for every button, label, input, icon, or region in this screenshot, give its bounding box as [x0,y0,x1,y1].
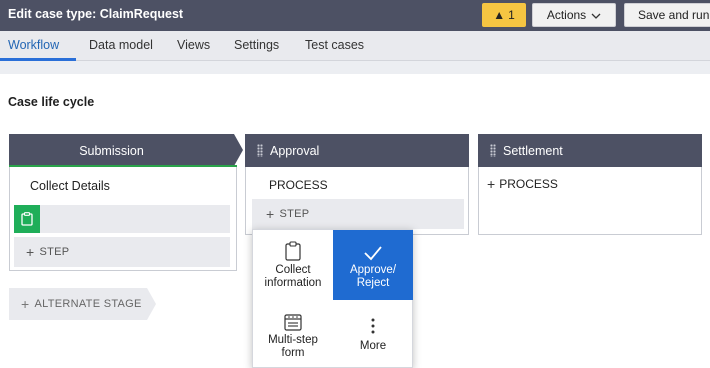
stage-settlement-header[interactable]: Settlement [478,134,702,167]
more-vertical-icon [333,300,413,340]
process-label[interactable]: PROCESS [269,178,328,192]
collect-information-option[interactable]: Collect information [253,230,333,300]
approve-reject-line2: Reject [356,277,390,289]
save-and-run-button[interactable]: Save and run [624,3,710,27]
stage-submission-body: Collect Details + STEP [9,167,237,271]
more-option[interactable]: More [333,300,413,368]
plus-icon: + [26,244,35,260]
stage-approval-body: PROCESS + STEP [245,167,469,235]
actions-label: Actions [546,8,587,22]
chevron-down-icon [591,8,601,22]
form-icon [253,300,333,334]
more-label: More [359,340,387,352]
process-collect-details[interactable]: Collect Details [30,179,110,193]
drag-handle-icon[interactable] [257,144,263,157]
warning-badge[interactable]: ▲ 1 [482,3,526,27]
plus-icon: + [487,176,496,192]
multi-step-form-line2: form [281,347,305,359]
page-title: Edit case type: ClaimRequest [8,7,184,21]
tab-bar: Workflow Data model Views Settings Test … [0,31,710,61]
plus-icon: + [21,296,30,312]
tab-settings[interactable]: Settings [234,38,279,52]
drag-handle-icon[interactable] [490,144,496,157]
multi-step-form-line1: Multi-step [268,334,318,346]
tab-views[interactable]: Views [177,38,210,52]
stage-arrow [147,288,156,320]
add-alternate-stage-button[interactable]: + ALTERNATE STAGE [9,288,147,320]
alternate-stage-label: ALTERNATE STAGE [34,298,142,310]
collect-information-line1: Collect [275,264,311,276]
add-step-label: STEP [39,246,70,258]
approve-reject-line1: Approve/ [349,264,397,276]
plus-icon: + [266,206,275,222]
stage-approval-name: Approval [270,143,320,158]
stage-approval-header[interactable]: Approval [245,134,469,167]
stage-settlement-name: Settlement [503,143,563,158]
clipboard-icon [14,205,40,233]
section-title: Case life cycle [8,95,95,109]
sub-band [0,61,710,74]
stage-submission-name: Submission [79,143,144,158]
warning-icon: ▲ [493,8,506,22]
warning-count: 1 [508,8,515,22]
selected-step-row[interactable] [14,205,230,233]
step-type-menu: Collect information Approve/ Reject Mult… [252,229,413,368]
add-step-button[interactable]: + STEP [252,199,464,229]
tab-test-cases[interactable]: Test cases [305,38,364,52]
actions-button[interactable]: Actions [532,3,616,27]
clipboard-icon [253,230,333,264]
add-process-label: PROCESS [499,177,558,191]
add-step-label: STEP [279,208,310,220]
stage-settlement-body: + PROCESS [478,167,702,235]
checkmark-icon [333,230,413,264]
stage-submission-header[interactable]: Submission [9,134,234,167]
top-bar: Edit case type: ClaimRequest ▲ 1 Actions… [0,0,710,31]
add-process-button[interactable]: + PROCESS [487,176,558,192]
add-step-button[interactable]: + STEP [14,237,230,267]
tab-workflow[interactable]: Workflow [8,38,59,52]
tab-data-model[interactable]: Data model [89,38,153,52]
save-and-run-label: Save and run [638,8,710,22]
collect-information-line2: information [264,277,322,289]
multi-step-form-option[interactable]: Multi-step form [253,300,333,368]
approve-reject-option[interactable]: Approve/ Reject [333,230,413,300]
stage-arrow [234,134,243,166]
